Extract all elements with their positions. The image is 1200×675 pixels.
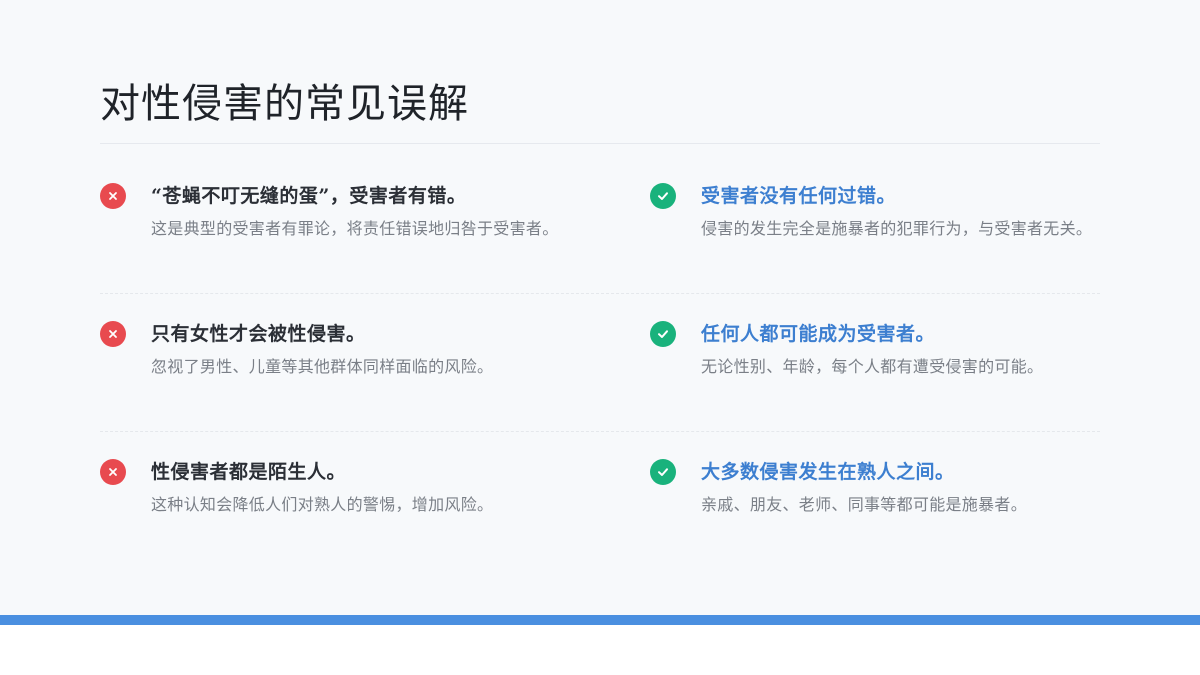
- check-icon: [650, 183, 676, 209]
- x-icon: [100, 321, 126, 347]
- fact-description: 侵害的发生完全是施暴者的犯罪行为，与受害者无关。: [701, 219, 1093, 238]
- fact-description: 无论性别、年龄，每个人都有遭受侵害的可能。: [701, 357, 1044, 376]
- title-divider: [100, 143, 1100, 144]
- myth-heading: 只有女性才会被性侵害。: [151, 323, 366, 345]
- check-icon: [650, 321, 676, 347]
- myth-description: 这种认知会降低人们对熟人的警惕，增加风险。: [151, 495, 494, 514]
- fact-description: 亲戚、朋友、老师、同事等都可能是施暴者。: [701, 495, 1028, 514]
- myth-description: 这是典型的受害者有罪论，将责任错误地归咎于受害者。: [151, 219, 559, 238]
- fact-heading: 受害者没有任何过错。: [701, 185, 897, 207]
- row-divider: [100, 293, 1100, 294]
- fact-heading: 大多数侵害发生在熟人之间。: [701, 461, 955, 483]
- check-icon: [650, 459, 676, 485]
- myth-description: 忽视了男性、儿童等其他群体同样面临的风险。: [151, 357, 494, 376]
- slide-title: 对性侵害的常见误解: [100, 81, 469, 127]
- x-icon: [100, 183, 126, 209]
- footer-strip: [0, 625, 1200, 675]
- myth-heading: “苍蝇不叮无缝的蛋”，受害者有错。: [151, 185, 467, 207]
- x-icon: [100, 459, 126, 485]
- accent-bar: [0, 615, 1200, 625]
- fact-heading: 任何人都可能成为受害者。: [701, 323, 936, 345]
- row-divider: [100, 431, 1100, 432]
- myth-heading: 性侵害者都是陌生人。: [151, 461, 347, 483]
- slide: 对性侵害的常见误解 “苍蝇不叮无缝的蛋”，受害者有错。 这是典型的受害者有罪论，…: [0, 0, 1200, 675]
